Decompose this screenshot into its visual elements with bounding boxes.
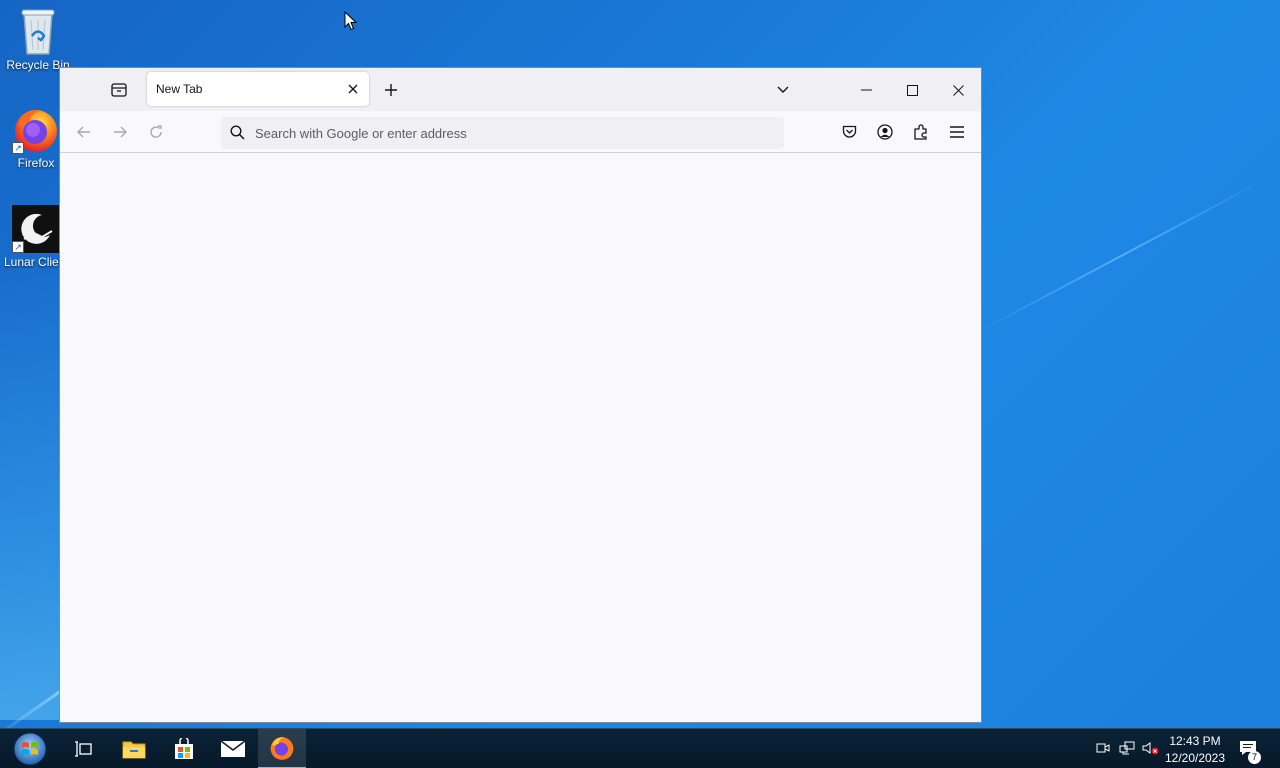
close-icon xyxy=(952,84,964,96)
url-bar[interactable] xyxy=(221,117,784,149)
nav-toolbar xyxy=(60,111,981,153)
back-button[interactable] xyxy=(74,122,94,142)
list-all-tabs-button[interactable] xyxy=(772,79,794,101)
forward-button[interactable] xyxy=(110,122,130,142)
firefox-view-button[interactable] xyxy=(108,79,130,101)
puzzle-icon xyxy=(914,124,927,140)
pocket-button[interactable] xyxy=(839,122,859,142)
store-bag-icon xyxy=(175,738,193,759)
firefox-taskbar-button[interactable] xyxy=(258,729,306,768)
minimize-button[interactable] xyxy=(846,74,886,106)
shortcut-arrow-icon: ↗ xyxy=(12,241,24,253)
tab-new-tab[interactable]: New Tab xyxy=(147,72,369,106)
lunar-client-icon: ↗ xyxy=(12,205,60,253)
firefox-view-icon xyxy=(111,83,127,97)
wallpaper-glow xyxy=(0,260,60,720)
network-icon[interactable] xyxy=(1119,741,1135,760)
close-icon xyxy=(348,84,358,94)
chevron-down-icon xyxy=(777,86,789,93)
recycle-bin-icon xyxy=(16,6,60,56)
mouse-cursor-icon xyxy=(344,10,358,36)
new-tab-button[interactable] xyxy=(379,79,403,101)
taskbar: 12:43 PM 12/20/2023 7 xyxy=(0,728,1280,768)
account-icon xyxy=(877,124,893,140)
pocket-icon xyxy=(842,125,856,138)
windows-start-orb-icon xyxy=(13,732,47,766)
extensions-button[interactable] xyxy=(911,122,931,142)
search-icon xyxy=(230,125,245,145)
meet-now-icon[interactable] xyxy=(1096,741,1110,760)
volume-muted-icon[interactable] xyxy=(1142,741,1160,760)
store-button[interactable] xyxy=(164,729,204,768)
plus-icon xyxy=(385,84,397,96)
arrow-left-icon xyxy=(77,126,90,138)
desktop-icon-recycle-bin[interactable]: Recycle Bin xyxy=(0,6,76,72)
tab-close-button[interactable] xyxy=(343,79,363,99)
system-clock[interactable]: 12:43 PM 12/20/2023 xyxy=(1160,733,1230,767)
page-content[interactable] xyxy=(60,153,981,722)
wallpaper-streak xyxy=(979,179,1264,332)
clock-date: 12/20/2023 xyxy=(1164,751,1226,765)
mail-button[interactable] xyxy=(212,729,254,768)
maximize-icon xyxy=(906,84,918,96)
firefox-icon: ↗ xyxy=(12,106,60,154)
menu-button[interactable] xyxy=(947,122,967,142)
clock-time: 12:43 PM xyxy=(1169,734,1221,748)
mail-envelope-icon xyxy=(220,740,246,757)
minimize-icon xyxy=(860,89,872,91)
close-window-button[interactable] xyxy=(938,74,978,106)
folder-icon xyxy=(122,741,146,759)
notification-count-badge: 7 xyxy=(1248,751,1261,764)
file-explorer-button[interactable] xyxy=(114,729,154,768)
tab-title: New Tab xyxy=(156,82,203,96)
firefox-window[interactable]: New Tab xyxy=(59,67,982,723)
desktop-icon-label: Lunar Client xyxy=(4,255,64,269)
account-button[interactable] xyxy=(875,122,895,142)
tab-bar: New Tab xyxy=(60,68,981,111)
task-view-button[interactable] xyxy=(64,729,104,768)
url-input[interactable] xyxy=(255,123,755,143)
arrow-right-icon xyxy=(114,126,127,138)
task-view-icon xyxy=(75,741,92,757)
hamburger-menu-icon xyxy=(950,126,964,138)
reload-button[interactable] xyxy=(146,122,166,142)
maximize-button[interactable] xyxy=(892,74,932,106)
start-button[interactable] xyxy=(6,729,54,768)
firefox-icon xyxy=(270,737,294,760)
reload-icon xyxy=(150,125,162,138)
shortcut-arrow-icon: ↗ xyxy=(12,142,24,154)
